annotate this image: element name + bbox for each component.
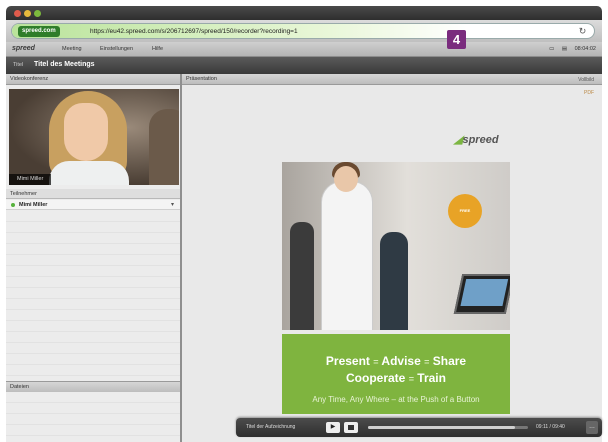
playback-slider[interactable] <box>368 426 528 429</box>
tagline-cooperate: Cooperate <box>346 371 406 385</box>
tagline-share: Share <box>432 354 467 368</box>
playback-time: 09:11 / 09:40 <box>536 424 565 430</box>
participant-row[interactable]: Mimi Miller ▾ <box>6 200 180 210</box>
window-titlebar <box>6 6 602 20</box>
pdf-button[interactable]: PDF <box>584 90 594 96</box>
menu-einstellungen[interactable]: Einstellungen <box>100 46 133 52</box>
tagline-line-3: Any Time, Any Where – at the Push of a B… <box>312 395 480 404</box>
video-body <box>49 161 129 185</box>
presentation-header: Präsentation <box>182 74 602 85</box>
meeting-titlebar: Titel Titel des Meetings <box>6 57 602 74</box>
meeting-title: Titel des Meetings <box>34 61 95 68</box>
photo-person-right <box>380 232 408 330</box>
presentation-panel: Präsentation ◢spreed FREE Present = Advi… <box>182 74 602 442</box>
address-bar-row: spreed.com https://eu42.spreed.com/s/206… <box>6 20 602 42</box>
settings-icon[interactable]: ▤ <box>562 46 567 52</box>
slide-canvas: ◢spreed FREE Present = Advise = Share Co… <box>182 85 602 442</box>
stop-icon[interactable] <box>344 422 358 433</box>
recording-title: Titel der Aufzeichnung <box>246 424 296 430</box>
minimize-window-button[interactable] <box>24 10 31 17</box>
slide-tagline-box: Present = Advise = Share Cooperate = Tra… <box>282 334 510 414</box>
participant-list-empty <box>6 211 180 379</box>
title-label: Titel <box>13 62 24 68</box>
video-panel-header: Videokonferenz <box>6 74 180 85</box>
tagline-separator: = <box>373 357 379 367</box>
tagline-present: Present <box>325 354 370 368</box>
tagline-line-2: Cooperate = Train <box>282 371 510 385</box>
tagline-advise: Advise <box>381 354 421 368</box>
video-name-label: Mimi Miller <box>9 174 52 185</box>
tagline-line-1: Present = Advise = Share <box>282 354 510 368</box>
video-feed[interactable]: Mimi Miller <box>9 89 179 185</box>
slide-photo: FREE <box>282 162 510 330</box>
status-area: ▭ ▤ 08:04:02 <box>549 46 596 52</box>
chat-icon[interactable]: ▭ <box>549 46 554 52</box>
laptop-screen <box>460 279 509 306</box>
play-icon[interactable]: ▶ <box>326 422 340 433</box>
close-window-button[interactable] <box>14 10 21 17</box>
site-identity-badge[interactable]: spreed.com <box>18 26 60 37</box>
photo-person-left <box>290 222 314 330</box>
participants-header: Teilnehmer <box>6 189 180 199</box>
participant-name: Mimi Miller <box>19 202 48 208</box>
files-list <box>6 392 180 442</box>
spreed-brand-logo: ◢spreed <box>454 133 499 146</box>
free-badge: FREE <box>448 194 482 228</box>
more-options-button[interactable]: … <box>586 421 598 434</box>
step-number-badge: 4 <box>447 30 466 49</box>
menu-hilfe[interactable]: Hilfe <box>152 46 163 52</box>
address-field[interactable]: spreed.com https://eu42.spreed.com/s/206… <box>11 23 595 39</box>
spreed-logo: spreed <box>12 45 35 52</box>
zoom-window-button[interactable] <box>34 10 41 17</box>
recording-player: Titel der Aufzeichnung ▶ 09:11 / 09:40 … <box>236 418 602 437</box>
photo-laptop <box>453 274 510 314</box>
chevron-down-icon[interactable]: ▾ <box>171 201 174 208</box>
video-face <box>64 103 108 161</box>
fullscreen-button[interactable]: Vollbild <box>578 77 594 83</box>
brand-text: spreed <box>462 134 499 146</box>
photo-woman <box>322 182 372 330</box>
left-sidebar: Videokonferenz Mimi Miller Teilnehmer Mi… <box>6 74 182 442</box>
app-menubar: spreed Meeting Einstellungen Hilfe ▭ ▤ 0… <box>6 42 602 57</box>
url-text: https://eu42.spreed.com/s/206712697/spre… <box>90 28 298 35</box>
playback-progress <box>368 426 516 429</box>
clock: 08:04:02 <box>574 46 596 52</box>
online-status-icon <box>11 203 15 207</box>
files-panel-header: Dateien <box>6 381 180 392</box>
tagline-train: Train <box>417 371 446 385</box>
reload-icon[interactable]: ↻ <box>577 26 588 37</box>
tagline-separator: = <box>408 374 414 384</box>
menu-meeting[interactable]: Meeting <box>62 46 82 52</box>
video-background-person <box>149 109 179 185</box>
tagline-separator: = <box>424 357 430 367</box>
photo-woman-head <box>334 166 358 192</box>
